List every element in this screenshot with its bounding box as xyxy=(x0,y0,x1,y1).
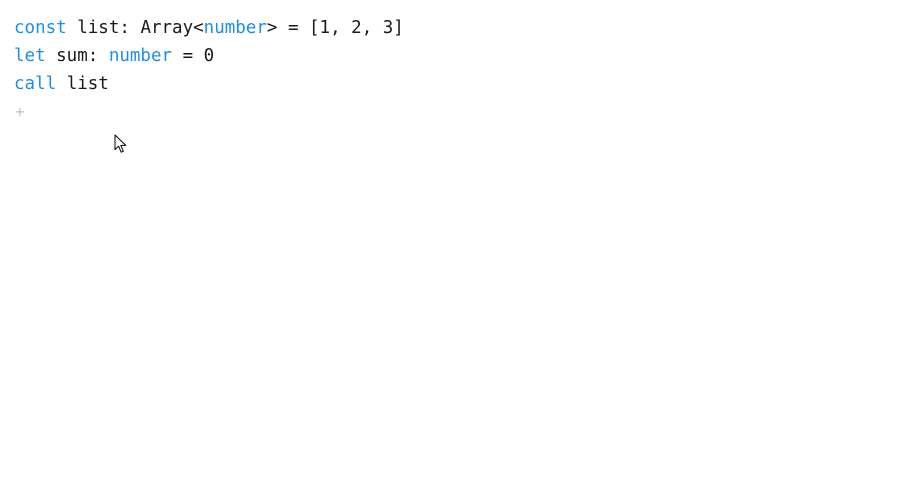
plain-token: = 0 xyxy=(172,46,215,66)
plain-token: > = [1, 2, 3] xyxy=(266,18,404,38)
plain-token: sum: xyxy=(45,46,109,66)
code-editor[interactable]: const list: Array<number> = [1, 2, 3] le… xyxy=(0,0,900,500)
code-line-1[interactable]: const list: Array<number> = [1, 2, 3] xyxy=(14,14,404,42)
code-line-3[interactable]: call list xyxy=(14,70,404,98)
add-line-button[interactable]: + xyxy=(14,98,404,126)
keyword-token: call xyxy=(14,74,57,94)
plus-icon: + xyxy=(15,102,25,121)
keyword-token: const xyxy=(14,18,67,38)
code-line-2[interactable]: let sum: number = 0 xyxy=(14,42,404,70)
plain-token: list: Array< xyxy=(66,18,204,38)
type-token: number xyxy=(108,46,173,66)
keyword-token: let xyxy=(14,46,46,66)
plain-token: list xyxy=(56,74,109,94)
code-lines: const list: Array<number> = [1, 2, 3] le… xyxy=(14,14,404,126)
type-token: number xyxy=(203,18,267,38)
arrow-pointer-icon xyxy=(114,134,127,153)
